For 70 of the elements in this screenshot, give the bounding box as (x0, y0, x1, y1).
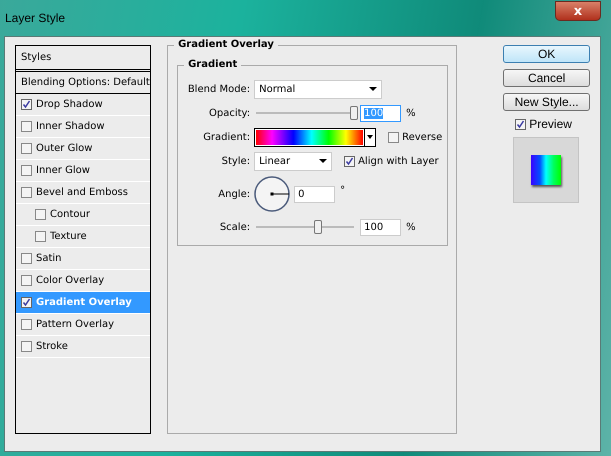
style-item[interactable]: Outer Glow (16, 138, 150, 160)
checkbox[interactable] (21, 297, 32, 308)
checkbox-label: Preview (529, 117, 572, 131)
blend-mode-dropdown[interactable]: Normal (254, 80, 382, 98)
field-label: Opacity: (208, 108, 252, 118)
dialog-button[interactable]: New Style... (503, 93, 590, 111)
style-label: Bevel and Emboss (36, 187, 128, 198)
ok-button[interactable]: OK (503, 45, 590, 63)
checkbox[interactable] (21, 319, 32, 330)
dialog-button[interactable]: Cancel (503, 69, 590, 87)
checkbox[interactable] (35, 231, 46, 242)
caret-icon (369, 87, 378, 91)
close-button[interactable]: x (555, 1, 601, 21)
field-label: Scale: (218, 222, 252, 232)
style-label: Contour (50, 209, 90, 220)
section-title: Gradient Overlay (174, 39, 278, 50)
angle-dial[interactable] (254, 176, 290, 212)
style-label: Pattern Overlay (36, 319, 114, 330)
checkbox-label: Reverse (402, 132, 442, 142)
style-label: Stroke (36, 341, 68, 352)
preview-thumbnail (513, 137, 580, 203)
field-label: Angle: (217, 188, 252, 200)
style-label: Inner Shadow (36, 121, 105, 132)
checkbox[interactable] (21, 187, 32, 198)
style-label: Inner Glow (36, 165, 90, 176)
style-item[interactable]: Inner Shadow (16, 116, 150, 138)
checkbox[interactable] (21, 341, 32, 352)
window-title: Layer Style (4, 11, 66, 25)
scale-field[interactable]: 100 (360, 218, 402, 236)
checkbox[interactable] (21, 143, 32, 154)
style-label: Color Overlay (36, 275, 104, 286)
blending-options-item[interactable]: Blending Options: Default (16, 72, 150, 94)
style-item[interactable]: Pattern Overlay (16, 314, 150, 336)
checkbox[interactable] (35, 209, 46, 220)
angle-field[interactable]: 0 (294, 186, 336, 202)
unit-label: ° (340, 185, 346, 196)
caret-icon (319, 159, 328, 163)
checkbox[interactable] (344, 156, 356, 166)
unit-label: % (406, 108, 416, 118)
caret-icon (367, 135, 374, 139)
style-label: Outer Glow (36, 143, 92, 154)
checkbox-label: Align with Layer (358, 156, 439, 166)
style-dropdown[interactable]: Linear (254, 152, 332, 170)
checkbox[interactable] (21, 165, 32, 176)
style-item[interactable]: Satin (16, 248, 150, 270)
style-label: Drop Shadow (36, 99, 103, 110)
slider-thumb[interactable] (314, 220, 322, 234)
gradient-picker[interactable] (254, 128, 376, 146)
style-item[interactable]: Contour (16, 204, 150, 226)
unit-label: % (406, 222, 416, 232)
field-label: Style: (220, 156, 252, 166)
checkbox[interactable] (515, 118, 526, 130)
checkbox[interactable] (21, 253, 32, 264)
style-item[interactable]: Inner Glow (16, 160, 150, 182)
group-title: Gradient (184, 59, 242, 70)
checkbox[interactable] (21, 99, 32, 110)
checkbox[interactable] (388, 132, 400, 142)
checkbox[interactable] (21, 275, 32, 286)
style-label: Satin (36, 253, 62, 264)
checkbox[interactable] (21, 121, 32, 132)
style-item[interactable]: Drop Shadow (16, 94, 150, 116)
slider-thumb[interactable] (350, 106, 358, 120)
style-item[interactable]: Texture (16, 226, 150, 248)
field-label: Gradient: (202, 132, 252, 142)
field-label: Blend Mode: (186, 84, 252, 94)
style-item[interactable]: Bevel and Emboss (16, 182, 150, 204)
style-item[interactable]: Stroke (16, 336, 150, 358)
style-label: Texture (50, 231, 87, 242)
styles-header[interactable]: Styles (16, 46, 150, 72)
style-label: Gradient Overlay (36, 297, 132, 308)
